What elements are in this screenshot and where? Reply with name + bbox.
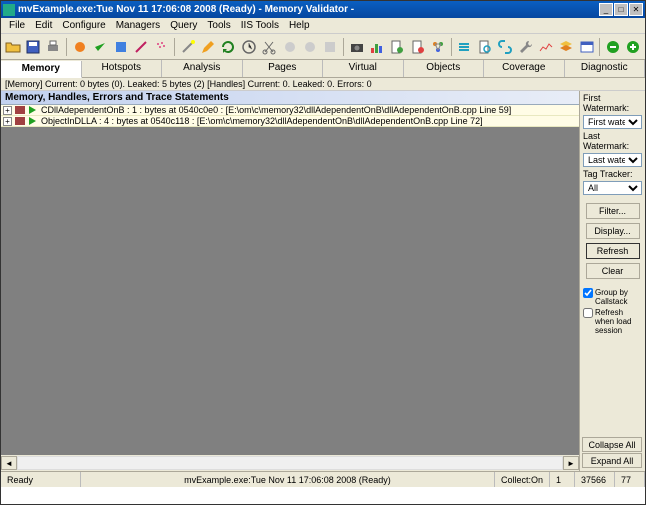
cut-icon[interactable] (259, 37, 278, 57)
refresh-load-checkbox[interactable] (583, 308, 593, 318)
clock-icon[interactable] (239, 37, 258, 57)
tag-tracker-select[interactable]: All (583, 181, 642, 195)
molecule-icon[interactable] (428, 37, 447, 57)
window-icon[interactable] (577, 37, 596, 57)
doc-red-icon[interactable] (408, 37, 427, 57)
tree-row[interactable]: + CDllAdependentOnB : 1 : bytes at 0540c… (1, 105, 579, 116)
status-bar: Ready mvExample.exe:Tue Nov 11 17:06:08 … (1, 471, 645, 487)
status-n3: 77 (615, 472, 645, 487)
status-n2: 37566 (575, 472, 615, 487)
tab-analysis[interactable]: Analysis (162, 60, 243, 77)
tool-blue-icon[interactable] (111, 37, 130, 57)
disabled-1-icon[interactable] (280, 37, 299, 57)
tab-hotspots[interactable]: Hotspots (82, 60, 163, 77)
leak-icon (15, 117, 25, 125)
collapse-all-button[interactable]: Collapse All (582, 437, 642, 452)
play-icon (28, 117, 38, 125)
refresh-load-label: Refresh when load session (595, 308, 642, 335)
horizontal-scrollbar[interactable]: ◄ ► (1, 455, 579, 471)
section-header: Memory, Handles, Errors and Trace Statem… (1, 91, 579, 105)
tab-pages[interactable]: Pages (243, 60, 324, 77)
status-n1: 1 (550, 472, 575, 487)
menu-query[interactable]: Query (165, 20, 202, 31)
status-collect: Collect:On (495, 472, 550, 487)
tab-objects[interactable]: Objects (404, 60, 485, 77)
display-button[interactable]: Display... (586, 223, 640, 239)
group-callstack-label: Group by Callstack (595, 288, 642, 306)
app-icon (3, 4, 15, 16)
disabled-2-icon[interactable] (300, 37, 319, 57)
spray-icon[interactable] (152, 37, 171, 57)
scroll-track[interactable] (17, 456, 563, 470)
menu-edit[interactable]: Edit (30, 20, 57, 31)
expand-icon[interactable]: + (3, 117, 12, 126)
minimize-button[interactable]: _ (599, 3, 613, 16)
first-watermark-label: First Watermark: (583, 93, 642, 113)
pencil-icon[interactable] (198, 37, 217, 57)
menu-iis-tools[interactable]: IIS Tools (236, 20, 284, 31)
link-icon[interactable] (496, 37, 515, 57)
wrench-icon[interactable] (516, 37, 535, 57)
tree-list: + CDllAdependentOnB : 1 : bytes at 0540c… (1, 105, 579, 127)
status-session: mvExample.exe:Tue Nov 11 17:06:08 2008 (… (81, 472, 495, 487)
menu-help[interactable]: Help (284, 20, 315, 31)
last-watermark-select[interactable]: Last watermark (583, 153, 642, 167)
doc-green-icon[interactable] (388, 37, 407, 57)
refresh-icon[interactable] (219, 37, 238, 57)
memory-status-line: [Memory] Current: 0 bytes (0). Leaked: 5… (1, 78, 645, 91)
tab-coverage[interactable]: Coverage (484, 60, 565, 77)
leak-icon (15, 106, 25, 114)
open-icon[interactable] (3, 37, 22, 57)
tab-memory[interactable]: Memory (1, 61, 82, 78)
tree-row-text: CDllAdependentOnB : 1 : bytes at 0540c0e… (41, 105, 511, 115)
doc-search-icon[interactable] (475, 37, 494, 57)
first-watermark-select[interactable]: First watermark (583, 115, 642, 129)
cyan-arrows-icon[interactable] (455, 37, 474, 57)
menu-managers[interactable]: Managers (111, 20, 165, 31)
menu-file[interactable]: File (4, 20, 30, 31)
camera-icon[interactable] (347, 37, 366, 57)
bottom-buttons: Collapse All Expand All (579, 435, 645, 471)
tool-green-icon[interactable] (90, 37, 109, 57)
expand-all-button[interactable]: Expand All (582, 453, 642, 468)
brush-icon[interactable] (131, 37, 150, 57)
menu-tools[interactable]: Tools (202, 20, 235, 31)
green-circle-2-icon[interactable] (624, 37, 643, 57)
tab-diagnostic[interactable]: Diagnostic (565, 60, 646, 77)
last-watermark-label: Last Watermark: (583, 131, 642, 151)
expand-icon[interactable]: + (3, 106, 12, 115)
tree-row[interactable]: + ObjectInDLLA : 4 : bytes at 0540c118 :… (1, 116, 579, 127)
play-icon (28, 106, 38, 114)
close-button[interactable]: ✕ (629, 3, 643, 16)
tool-orange-icon[interactable] (70, 37, 89, 57)
scroll-left-icon[interactable]: ◄ (1, 456, 17, 470)
bar-chart-icon[interactable] (367, 37, 386, 57)
title-bar: mvExample.exe:Tue Nov 11 17:06:08 2008 (… (1, 1, 645, 18)
maximize-button[interactable]: □ (614, 3, 628, 16)
tab-virtual[interactable]: Virtual (323, 60, 404, 77)
group-callstack-checkbox[interactable] (583, 288, 593, 298)
window-title: mvExample.exe:Tue Nov 11 17:06:08 2008 (… (18, 4, 598, 15)
graph-icon[interactable] (536, 37, 555, 57)
layers-icon[interactable] (557, 37, 576, 57)
filter-button[interactable]: Filter... (586, 203, 640, 219)
menu-configure[interactable]: Configure (57, 20, 110, 31)
tab-bar: Memory Hotspots Analysis Pages Virtual O… (1, 60, 645, 78)
tree-empty-area (1, 127, 579, 455)
tag-tracker-label: Tag Tracker: (583, 169, 642, 179)
print-icon[interactable] (44, 37, 63, 57)
scroll-right-icon[interactable]: ► (563, 456, 579, 470)
clear-button[interactable]: Clear (586, 263, 640, 279)
menu-bar: File Edit Configure Managers Query Tools… (1, 18, 645, 34)
status-ready: Ready (1, 472, 81, 487)
side-panel: First Watermark: First watermark Last Wa… (579, 91, 645, 435)
green-circle-1-icon[interactable] (603, 37, 622, 57)
refresh-button[interactable]: Refresh (586, 243, 640, 259)
disabled-3-icon[interactable] (321, 37, 340, 57)
wand-icon[interactable] (178, 37, 197, 57)
tree-row-text: ObjectInDLLA : 4 : bytes at 0540c118 : [… (41, 116, 483, 126)
save-icon[interactable] (23, 37, 42, 57)
toolbar (1, 34, 645, 60)
